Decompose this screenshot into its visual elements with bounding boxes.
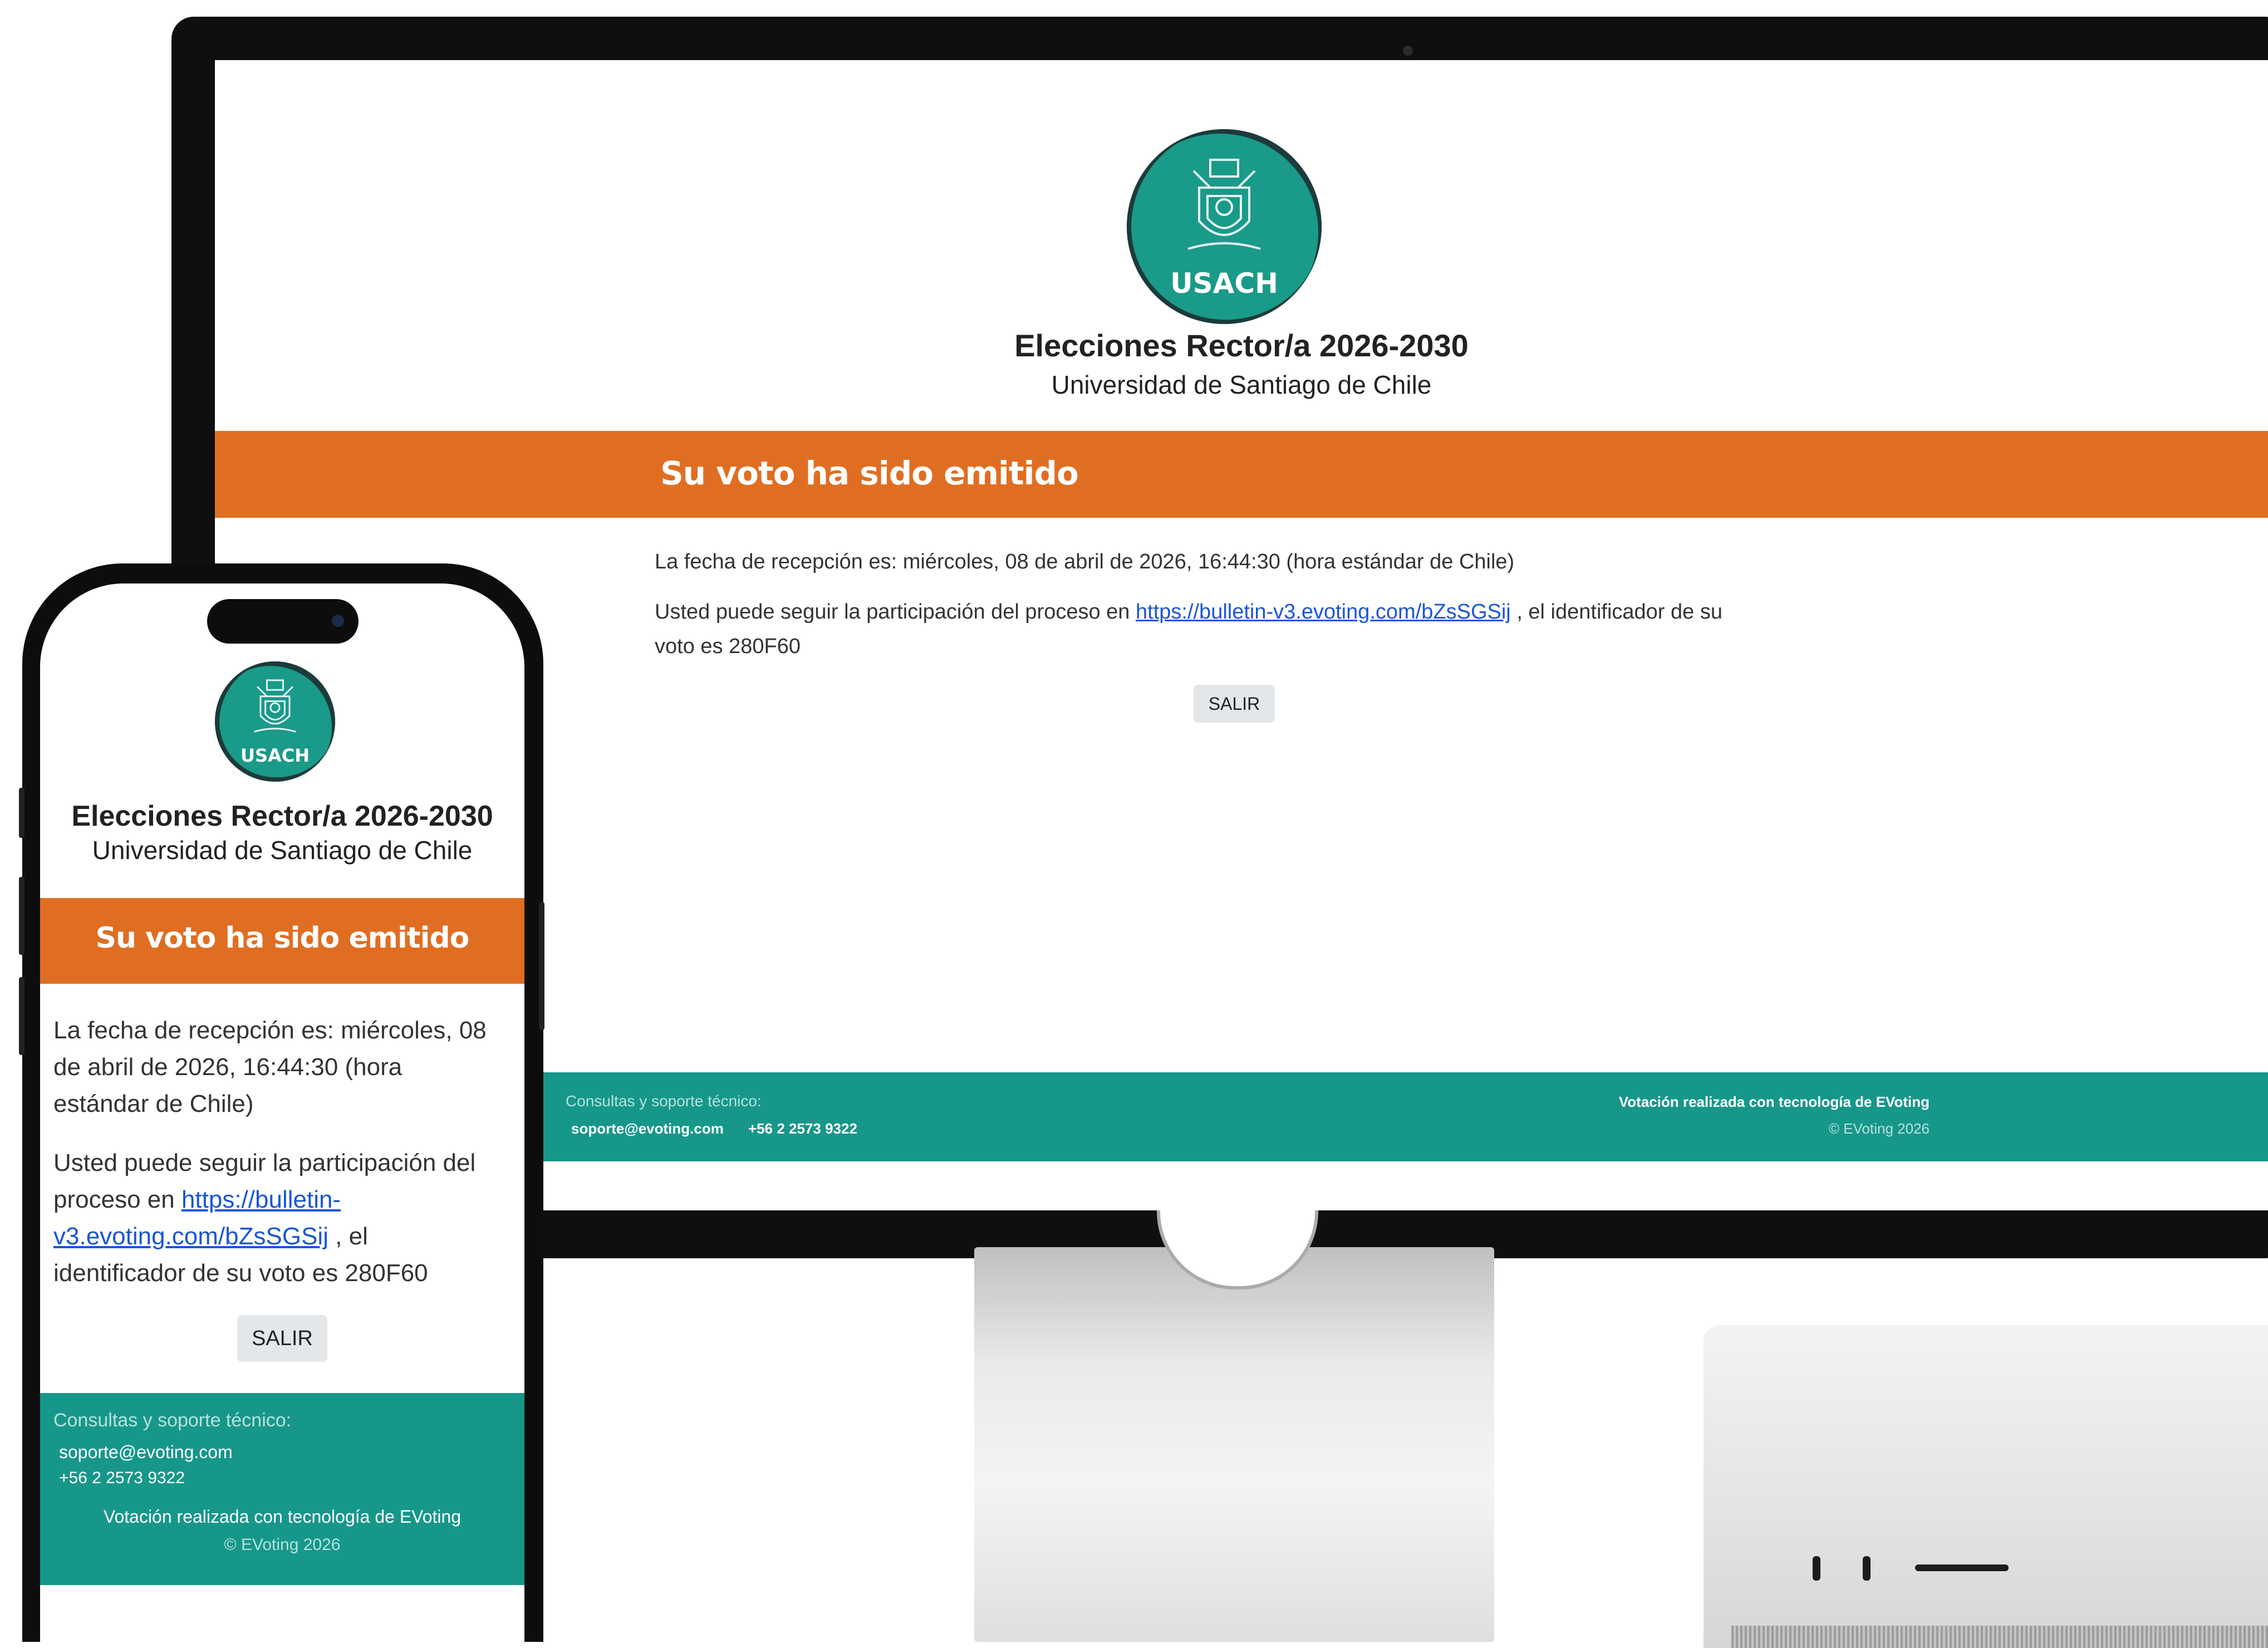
usach-logo: USACH [1127,129,1322,324]
crest-icon [1187,159,1261,250]
phone-screen: USACH Elecciones Rector/a 2026-2030 Univ… [40,583,524,1642]
reception-line: La fecha de recepción es: miércoles, 08 [53,1017,487,1044]
mac-studio [1704,1325,2268,1648]
page-subtitle: Universidad de Santiago de Chile [1051,370,1432,399]
support-phone[interactable]: +56 2 2573 9322 [59,1469,185,1488]
phone-side-button [19,877,24,955]
monitor-stand [974,1247,1494,1642]
support-email[interactable]: soporte@evoting.com [59,1442,233,1463]
follow-line: Usted puede seguir la participación del [53,1149,476,1176]
crest-icon [253,679,297,733]
exit-button-mobile[interactable]: SALIR [237,1315,327,1362]
reception-text-mobile: La fecha de recepción es: miércoles, 08 … [53,1012,516,1122]
reception-line: de abril de 2026, 16:44:30 (hora [53,1053,402,1081]
follow-paragraph: Usted puede seguir la participación del … [655,595,1722,629]
bulletin-link[interactable]: https://bulletin-v3.evoting.com/bZsSGSij [1136,600,1511,624]
usach-logo-mobile: USACH [215,661,335,782]
port-icon [1813,1556,1820,1581]
support-label: Consultas y soporte técnico: [566,1092,762,1110]
page-title: Elecciones Rector/a 2026-2030 [1014,328,1469,363]
vote-id-text: voto es 280F60 [655,635,801,658]
exit-button[interactable]: SALIR [1194,685,1275,723]
follow-line: proceso en https://bulletin- [53,1181,516,1218]
copyright: © EVoting 2026 [1828,1120,1930,1137]
page-title-mobile: Elecciones Rector/a 2026-2030 [71,800,493,832]
follow-paragraph-mobile: Usted puede seguir la participación del … [53,1145,516,1292]
phone-side-button [19,977,24,1055]
port-icon [1863,1556,1871,1581]
footer-mobile: Consultas y soporte técnico: soporte@evo… [40,1393,524,1585]
bulletin-link-mobile-cont[interactable]: v3.evoting.com/bZsSGSij [53,1223,328,1250]
reception-line: estándar de Chile) [53,1090,254,1117]
support-label: Consultas y soporte técnico: [53,1410,292,1431]
follow-line: v3.evoting.com/bZsSGSij , el [53,1218,516,1255]
logo-text: USACH [240,745,310,766]
status-banner-mobile: Su voto ha sido emitido [40,898,524,984]
follow-suffix: , el identificador de su [1516,600,1722,624]
powered-by: Votación realizada con tecnología de EVo… [1618,1093,1930,1110]
status-banner: Su voto ha sido emitido [215,431,2268,518]
bulletin-link-mobile[interactable]: https://bulletin- [181,1186,341,1213]
support-email[interactable]: soporte@evoting.com [571,1120,724,1137]
page-subtitle-mobile: Universidad de Santiago de Chile [92,836,473,865]
studio-vent [1731,1626,2268,1648]
follow-prefix: proceso en [53,1186,175,1213]
follow-prefix: Usted puede seguir la participación del … [655,600,1130,624]
reception-text: La fecha de recepción es: miércoles, 08 … [655,550,1515,573]
logo-text: USACH [1170,267,1278,300]
copyright: © EVoting 2026 [224,1536,341,1554]
follow-line: identificador de su voto es 280F60 [53,1259,428,1287]
powered-by: Votación realizada con tecnología de EVo… [103,1507,462,1527]
banner-heading: Su voto ha sido emitido [660,454,1079,492]
phone-side-button [19,788,24,838]
camera-icon [1403,46,1413,56]
dynamic-island [207,599,359,644]
follow-suffix: , el [335,1223,368,1250]
banner-heading-mobile: Su voto ha sido emitido [95,921,470,955]
support-phone[interactable]: +56 2 2573 9322 [748,1120,857,1137]
phone-side-button [539,902,544,1030]
sd-slot-icon [1915,1564,2009,1571]
